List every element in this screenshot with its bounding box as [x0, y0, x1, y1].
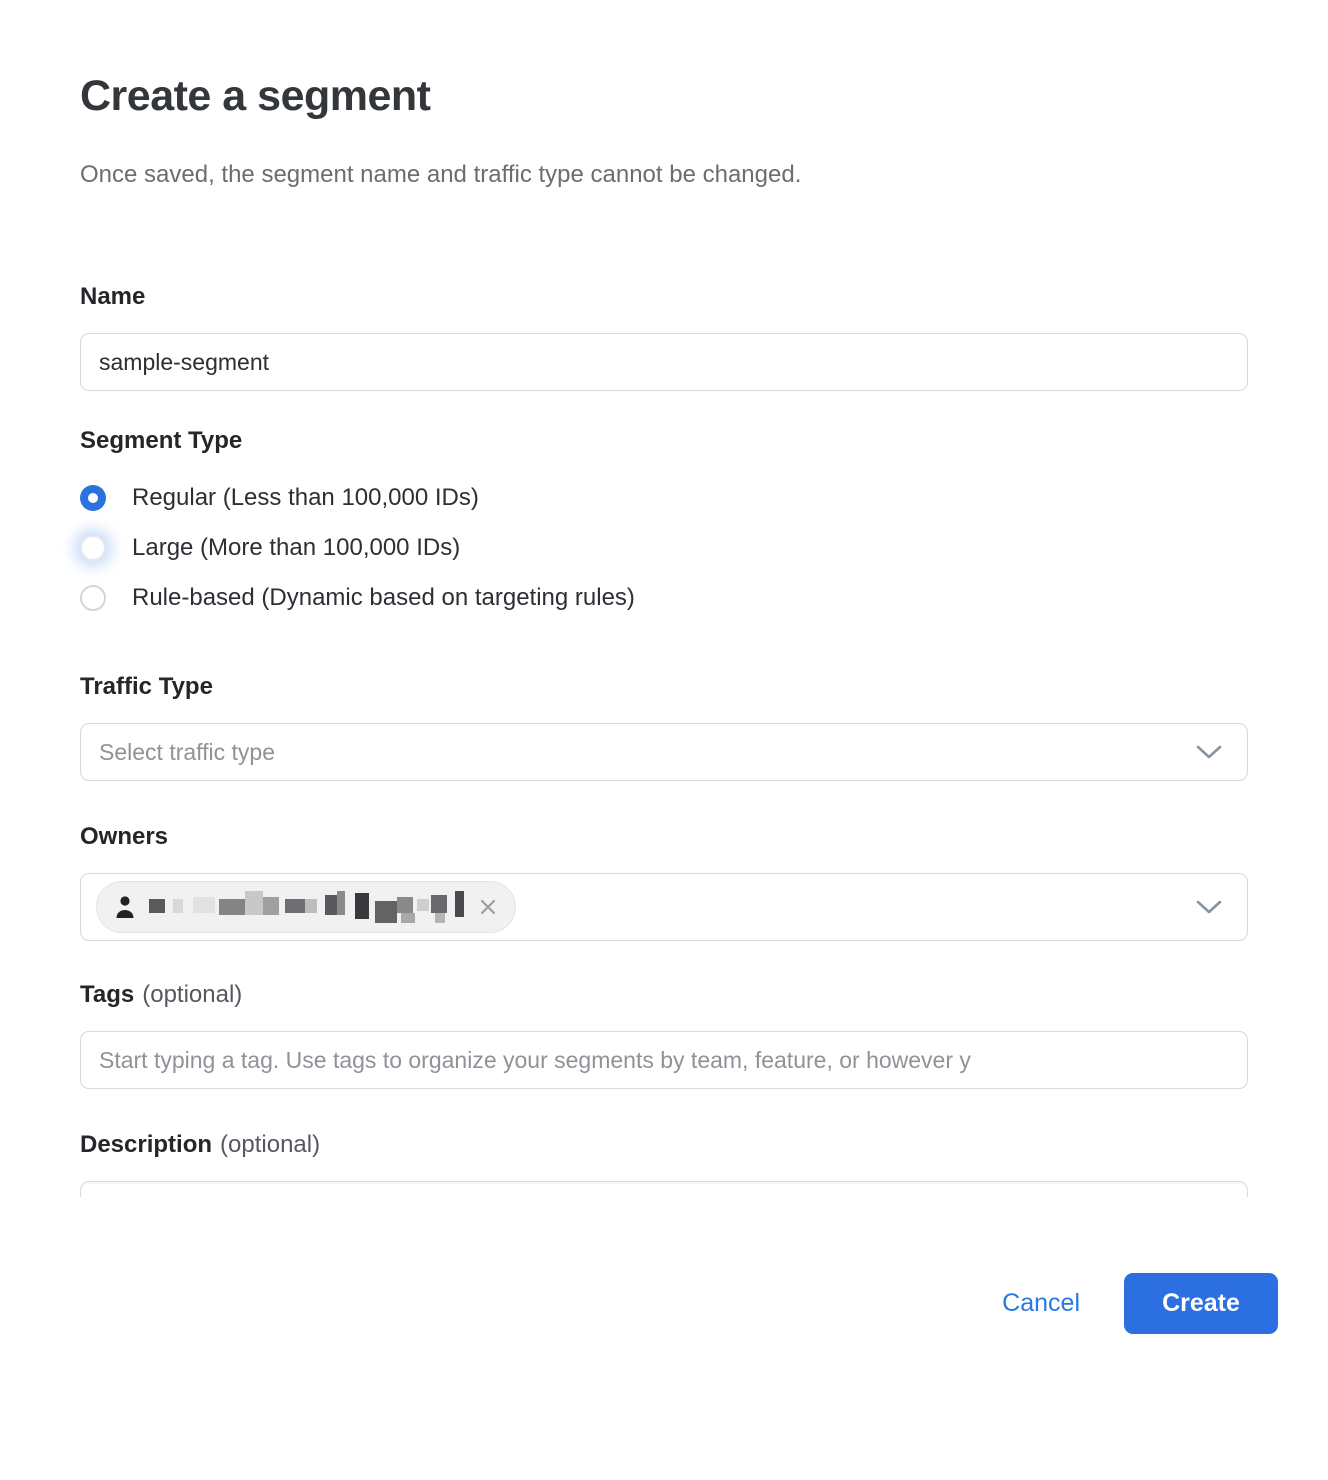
dialog-footer: Cancel Create: [80, 1273, 1278, 1334]
owner-chip[interactable]: [96, 881, 516, 933]
name-input[interactable]: [80, 333, 1248, 391]
segment-type-radio-group: Regular (Less than 100,000 IDs) Large (M…: [80, 473, 1248, 623]
person-icon: [113, 894, 137, 920]
owners-select[interactable]: [80, 873, 1248, 941]
radio-option-large[interactable]: Large (More than 100,000 IDs): [80, 523, 1248, 573]
cancel-button[interactable]: Cancel: [1002, 1289, 1080, 1318]
radio-button-icon[interactable]: [80, 585, 106, 611]
radio-option-label: Regular (Less than 100,000 IDs): [132, 484, 479, 512]
create-segment-dialog: Create a segment Once saved, the segment…: [0, 72, 1328, 1334]
radio-option-regular[interactable]: Regular (Less than 100,000 IDs): [80, 473, 1248, 523]
redacted-owner-name: [149, 887, 467, 927]
tags-label: Tags (optional): [80, 981, 1248, 1009]
radio-button-icon[interactable]: [80, 485, 106, 511]
chevron-down-icon: [1195, 899, 1223, 915]
owners-label: Owners: [80, 823, 1248, 851]
tags-input[interactable]: [80, 1031, 1248, 1089]
description-field-clipped: [80, 1181, 1248, 1197]
description-optional-text: (optional): [220, 1131, 320, 1158]
tags-label-text: Tags: [80, 981, 134, 1008]
chip-remove-button[interactable]: [479, 898, 497, 916]
tags-optional-text: (optional): [142, 981, 242, 1008]
name-label: Name: [80, 283, 1248, 311]
chevron-down-icon: [1195, 744, 1223, 760]
page-title: Create a segment: [80, 72, 1248, 121]
create-button[interactable]: Create: [1124, 1273, 1278, 1334]
traffic-type-select[interactable]: Select traffic type: [80, 723, 1248, 781]
radio-option-rule-based[interactable]: Rule-based (Dynamic based on targeting r…: [80, 573, 1248, 623]
description-label-text: Description: [80, 1131, 212, 1158]
traffic-type-label: Traffic Type: [80, 673, 1248, 701]
description-label: Description (optional): [80, 1131, 1248, 1159]
radio-option-label: Rule-based (Dynamic based on targeting r…: [132, 584, 635, 612]
description-textarea[interactable]: [80, 1181, 1248, 1197]
segment-type-label: Segment Type: [80, 427, 1248, 455]
radio-button-icon[interactable]: [80, 535, 106, 561]
radio-option-label: Large (More than 100,000 IDs): [132, 534, 460, 562]
dialog-subtitle: Once saved, the segment name and traffic…: [80, 161, 1248, 189]
close-icon: [479, 898, 497, 916]
traffic-type-placeholder: Select traffic type: [99, 739, 275, 766]
